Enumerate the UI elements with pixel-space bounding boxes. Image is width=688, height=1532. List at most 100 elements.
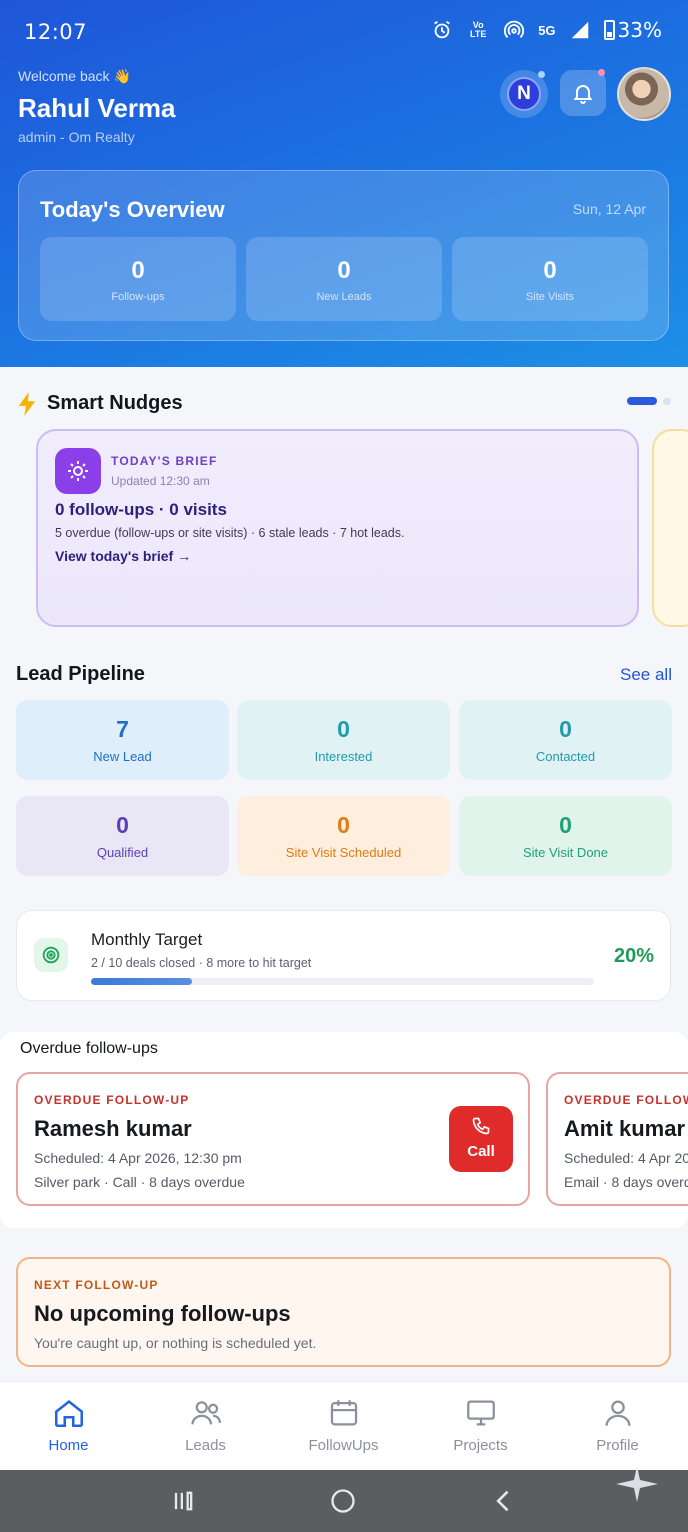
user-role: admin - Om Realty xyxy=(18,129,135,145)
bell-icon xyxy=(573,85,593,104)
stage-label: Interested xyxy=(314,749,373,764)
alarm-icon xyxy=(430,18,454,42)
pipeline-stage-card[interactable]: 0 Site Visit Done xyxy=(459,796,672,876)
overdue-followup-card[interactable]: OVERDUE FOLLOW-UP Ramesh kumar Scheduled… xyxy=(16,1072,530,1206)
next-nudge-card-peek[interactable] xyxy=(652,429,688,627)
notification-dot xyxy=(598,69,605,76)
recent-apps-button[interactable] xyxy=(163,1486,203,1516)
nav-home[interactable]: Home xyxy=(0,1382,137,1471)
brief-summary: 5 overdue (follow-ups or site visits) · … xyxy=(55,526,405,540)
stage-label: Site Visit Done xyxy=(522,845,609,860)
overdue-title: Overdue follow-ups xyxy=(20,1040,158,1057)
stage-count: 0 xyxy=(559,812,572,838)
pipeline-stage-card[interactable]: 0 Site Visit Scheduled xyxy=(237,796,450,876)
stage-label: New Lead xyxy=(93,749,152,764)
workspace-avatar-button[interactable]: N xyxy=(500,70,548,118)
stage-count: 7 xyxy=(116,716,129,742)
carousel-indicator xyxy=(663,398,671,405)
pipeline-stage-card[interactable]: 0 Contacted xyxy=(459,700,672,780)
overview-title: Today's Overview xyxy=(40,197,225,222)
overview-stat-site-visits[interactable]: 0 Site Visits xyxy=(452,237,648,321)
followup-meta: Silver park · Call · 8 days overdue xyxy=(34,1174,245,1190)
todays-overview-card: Today's Overview Sun, 12 Apr 0 Follow-up… xyxy=(18,170,669,341)
nav-profile[interactable]: Profile xyxy=(549,1382,686,1471)
stage-label: Site Visit Scheduled xyxy=(285,845,402,860)
lightning-icon xyxy=(18,392,36,416)
target-title: Monthly Target xyxy=(91,930,203,949)
stat-value: 0 xyxy=(543,257,557,284)
bottom-navigation: Home Leads FollowUps Projects Profile xyxy=(0,1381,688,1470)
nav-followups[interactable]: FollowUps xyxy=(275,1382,412,1471)
stage-count: 0 xyxy=(559,716,572,742)
home-system-button[interactable] xyxy=(323,1486,363,1516)
pipeline-stage-card[interactable]: 0 Interested xyxy=(237,700,450,780)
sun-icon xyxy=(55,448,101,494)
nav-label: FollowUps xyxy=(308,1437,379,1454)
nav-label: Projects xyxy=(453,1437,508,1454)
nav-label: Profile xyxy=(596,1437,639,1454)
avatar-initial: N xyxy=(507,77,541,111)
target-icon xyxy=(34,938,68,972)
back-button[interactable] xyxy=(484,1486,524,1516)
users-icon xyxy=(190,1401,221,1425)
sparkle-icon xyxy=(616,1466,658,1502)
nav-label: Leads xyxy=(185,1437,226,1454)
stat-label: Follow-ups xyxy=(111,291,165,303)
status-time: 12:07 xyxy=(24,20,88,44)
lead-name: Ramesh kumar xyxy=(34,1116,192,1141)
stage-label: Contacted xyxy=(535,749,596,764)
battery-indicator: 33% xyxy=(603,18,662,42)
carousel-indicator-active xyxy=(627,397,657,405)
view-brief-link[interactable]: View today's brief → xyxy=(55,548,191,564)
overdue-kicker: OVERDUE FOLLOW-UP xyxy=(34,1093,190,1107)
phone-icon xyxy=(472,1117,490,1135)
brief-kicker: TODAY'S BRIEF xyxy=(111,454,218,468)
nav-label: Home xyxy=(48,1437,89,1454)
signal-icon xyxy=(568,18,592,42)
battery-icon xyxy=(603,20,615,40)
pipeline-stage-card[interactable]: 7 New Lead xyxy=(16,700,229,780)
overdue-followup-card[interactable]: OVERDUE FOLLOW-UP Amit kumar Scheduled: … xyxy=(546,1072,688,1206)
brief-headline: 0 follow-ups · 0 visits xyxy=(55,500,227,519)
call-label: Call xyxy=(467,1143,495,1160)
stat-label: New Leads xyxy=(316,291,372,303)
next-followup-title: No upcoming follow-ups xyxy=(34,1301,291,1326)
brief-updated-time: Updated 12:30 am xyxy=(111,474,210,488)
overview-stat-followups[interactable]: 0 Follow-ups xyxy=(40,237,236,321)
status-bar: 12:07 Vo LTE 5G 33% xyxy=(0,0,688,62)
welcome-text: Welcome back 👋 xyxy=(18,68,131,84)
profile-photo-avatar[interactable] xyxy=(617,67,671,121)
stat-label: Site Visits xyxy=(525,291,575,303)
avatar-status-dot xyxy=(538,71,545,78)
user-name: Rahul Verma xyxy=(18,93,176,123)
see-all-link[interactable]: See all xyxy=(620,665,672,685)
back-chevron-icon xyxy=(496,1490,509,1512)
recents-icon xyxy=(174,1491,193,1511)
battery-percent: 33% xyxy=(617,18,662,42)
stat-value: 0 xyxy=(337,257,351,284)
stage-count: 0 xyxy=(116,812,129,838)
call-button[interactable]: Call xyxy=(449,1106,513,1172)
system-navigation-bar xyxy=(0,1470,688,1532)
todays-brief-card[interactable]: TODAY'S BRIEF Updated 12:30 am 0 follow-… xyxy=(36,429,639,627)
overview-date: Sun, 12 Apr xyxy=(572,201,646,217)
next-followup-subtitle: You're caught up, or nothing is schedule… xyxy=(34,1335,317,1351)
target-percent: 20% xyxy=(613,945,654,967)
home-icon xyxy=(54,1400,83,1428)
smart-nudges-title: Smart Nudges xyxy=(47,392,183,414)
stage-label: Qualified xyxy=(96,845,149,860)
pipeline-stage-card[interactable]: 0 Qualified xyxy=(16,796,229,876)
monthly-target-card[interactable]: Monthly Target 2 / 10 deals closed · 8 m… xyxy=(16,910,671,1001)
overview-stat-new-leads[interactable]: 0 New Leads xyxy=(246,237,442,321)
next-followup-card[interactable]: NEXT FOLLOW-UP No upcoming follow-ups Yo… xyxy=(16,1257,671,1367)
status-icons: Vo LTE 5G 33% xyxy=(430,18,662,42)
nav-leads[interactable]: Leads xyxy=(137,1382,274,1471)
stage-count: 0 xyxy=(337,716,350,742)
scheduled-time: Scheduled: 4 Apr 2026, 12:30 pm xyxy=(34,1150,242,1166)
scheduled-time: Scheduled: 4 Apr 2026, 12:30 pm xyxy=(564,1150,688,1166)
nav-projects[interactable]: Projects xyxy=(412,1382,549,1471)
stage-count: 0 xyxy=(337,812,350,838)
network-type: 5G xyxy=(538,22,556,38)
notifications-button[interactable] xyxy=(560,69,606,116)
stat-value: 0 xyxy=(131,257,145,284)
